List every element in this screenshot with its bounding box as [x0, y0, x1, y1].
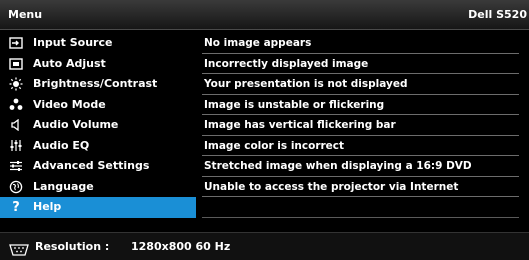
video-mode-icon [8, 95, 24, 116]
menu-item-help[interactable]: ? Help [0, 197, 196, 218]
help-topic-empty [198, 197, 523, 218]
resolution-label: Resolution : [35, 240, 110, 253]
menu-item-advanced-settings[interactable]: Advanced Settings [0, 156, 196, 177]
projector-osd-menu: Menu Dell S520 Input Source Auto Adjust … [0, 0, 529, 260]
equalizer-icon [8, 136, 24, 157]
question-icon: ? [12, 199, 20, 215]
menu-item-video-mode[interactable]: Video Mode [0, 95, 196, 116]
menu-item-label: Input Source [33, 36, 113, 49]
menu-item-brightness-contrast[interactable]: Brightness/Contrast [0, 74, 196, 95]
main-menu: Input Source Auto Adjust Brightness/Cont… [0, 33, 196, 218]
help-topic[interactable]: Image has vertical flickering bar [198, 115, 523, 136]
menu-header: Menu Dell S520 [0, 0, 529, 30]
menu-title: Menu [8, 8, 43, 21]
help-topic[interactable]: Your presentation is not displayed [198, 74, 523, 95]
menu-item-label: Auto Adjust [33, 56, 106, 70]
help-topic[interactable]: No image appears [198, 33, 523, 54]
menu-item-label: Brightness/Contrast [33, 77, 158, 90]
projector-model: Dell S520 [468, 8, 527, 21]
menu-item-auto-adjust[interactable]: Auto Adjust [0, 54, 196, 75]
status-bar: Resolution : 1280x800 60 Hz [0, 232, 529, 260]
help-topic[interactable]: Unable to access the projector via Inter… [198, 177, 523, 198]
speaker-icon [8, 115, 24, 136]
input-source-icon [8, 33, 24, 54]
menu-item-language[interactable]: Language [0, 177, 196, 198]
help-topic[interactable]: Stretched image when displaying a 16:9 D… [198, 156, 523, 177]
menu-item-audio-volume[interactable]: Audio Volume [0, 115, 196, 136]
menu-item-label: Audio Volume [33, 118, 119, 131]
menu-item-label: Language [33, 179, 94, 193]
menu-item-audio-eq[interactable]: Audio EQ [0, 136, 196, 157]
auto-adjust-icon [8, 54, 24, 75]
help-topic[interactable]: Image is unstable or flickering [198, 95, 523, 116]
menu-item-input-source[interactable]: Input Source [0, 33, 196, 54]
menu-item-label: Advanced Settings [33, 159, 150, 172]
display-connector-icon [8, 241, 30, 256]
help-topic[interactable]: Incorrectly displayed image [198, 54, 523, 75]
advanced-settings-icon [8, 156, 24, 177]
resolution-value: 1280x800 60 Hz [131, 240, 231, 253]
brightness-icon [8, 74, 24, 95]
help-topic[interactable]: Image color is incorrect [198, 136, 523, 157]
globe-icon [8, 177, 24, 198]
menu-item-label: Audio EQ [33, 138, 90, 152]
help-panel: No image appears Incorrectly displayed i… [198, 33, 523, 238]
menu-item-label: Help [33, 200, 62, 213]
menu-item-label: Video Mode [33, 97, 106, 111]
